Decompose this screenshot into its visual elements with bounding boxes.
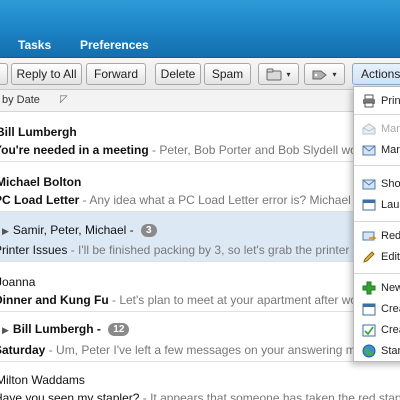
message-snippet: - Any idea what a PC Load Letter error i…	[79, 193, 389, 207]
app-header	[0, 0, 400, 34]
menu-item-label: Create	[381, 303, 400, 315]
menu-separator	[354, 114, 400, 115]
message-preview: Dinner and Kung Fu - Let's plan to meet …	[0, 293, 400, 307]
menu-item-create-task[interactable]: Create	[354, 320, 400, 340]
sort-bar: by Date ◸	[0, 90, 400, 112]
menu-item-mark-unread[interactable]: Mark	[354, 140, 400, 160]
menu-item-redirect[interactable]: Redirect	[354, 226, 400, 246]
message-preview: Saturday - Um, Peter I've left a few mes…	[0, 343, 391, 357]
menu-item-label: Print	[381, 95, 400, 107]
mail-icon	[362, 145, 376, 156]
message-subject: PC Load Letter	[0, 193, 80, 207]
message-preview: PC Load Letter - Any idea what a PC Load…	[0, 193, 388, 207]
menu-item-label: Mark	[381, 123, 400, 135]
message-row[interactable]: ▶Bill Lumbergh - 12 Saturday - Um, Peter…	[0, 312, 400, 362]
pencil-icon	[363, 251, 375, 263]
reply-button[interactable]	[0, 63, 8, 85]
menu-item-label: Launch	[381, 199, 400, 211]
menu-item-mark-read[interactable]: Mark	[354, 119, 400, 139]
message-subject: Dinner and Kung Fu	[0, 293, 109, 307]
message-row[interactable]: Bill Lumbergh You're needed in a meeting…	[0, 112, 400, 162]
menu-item-show-source[interactable]: Show	[354, 174, 400, 194]
message-snippet: - It appears that someone has taken the …	[142, 391, 400, 400]
menu-item-label: Redirect	[381, 230, 400, 242]
sort-by-date[interactable]: by Date	[2, 94, 40, 106]
message-snippet: - I'll be finished packing by 3, so let'…	[67, 243, 381, 257]
menu-item-label: New	[381, 282, 400, 294]
calendar-icon	[362, 324, 376, 337]
folder-icon	[266, 68, 282, 80]
window-icon	[362, 199, 376, 211]
message-sender: ▶ Samir, Peter, Michael - 3	[2, 223, 157, 237]
menu-item-label: Start	[381, 345, 400, 357]
message-preview: You're needed in a meeting - Peter, Bob …	[0, 143, 394, 157]
mail-open-icon	[362, 123, 376, 135]
menu-item-edit[interactable]: Edit	[354, 247, 400, 267]
message-preview: Printer Issues - I'll be finished packin…	[0, 243, 380, 257]
message-row[interactable]: Joanna Dinner and Kung Fu - Let's plan t…	[0, 262, 400, 312]
forward-button[interactable]: Forward	[86, 63, 146, 85]
thread-count-badge: 3	[140, 224, 157, 237]
plus-icon	[362, 281, 376, 295]
globe-icon	[362, 344, 376, 358]
message-subject: Have you seen my stapler?	[0, 391, 140, 400]
menu-item-label: Show	[381, 178, 400, 190]
message-preview: Have you seen my stapler? - It appears t…	[0, 391, 400, 400]
thread-expand-icon[interactable]: ▶	[2, 226, 9, 236]
message-sender-names: Bill Lumbergh	[12, 322, 94, 336]
menu-separator	[354, 273, 400, 274]
message-snippet: - Um, Peter I've left a few messages on …	[45, 343, 392, 357]
mail-icon	[362, 179, 376, 190]
message-row[interactable]: ▶ Samir, Peter, Michael - 3 Printer Issue…	[0, 212, 400, 262]
menu-separator	[354, 221, 400, 222]
message-sender: ▶ Bill Lumbergh - 12	[2, 322, 130, 336]
tag-icon	[312, 70, 328, 79]
message-sender: Joanna	[0, 275, 36, 289]
nav-tasks[interactable]: Tasks	[18, 38, 51, 52]
message-sender: Milton Waddams	[0, 373, 85, 387]
redirect-icon	[362, 231, 376, 241]
chevron-down-icon: ▾	[332, 69, 337, 79]
menu-item-label: Mark	[381, 144, 400, 156]
message-toolbar: Reply to All Forward Delete Spam ▾ ▾ Act…	[0, 58, 400, 90]
menu-item-label: Create	[381, 324, 400, 336]
nav-bar: Tasks Preferences	[0, 34, 400, 58]
thread-expand-icon[interactable]: ▶	[2, 325, 9, 335]
message-subject: You're needed in a meeting	[0, 143, 149, 157]
message-row[interactable]: Michael Bolton PC Load Letter - Any idea…	[0, 162, 400, 212]
menu-item-label: Edit	[381, 251, 400, 263]
delete-button[interactable]: Delete	[155, 63, 201, 85]
message-row[interactable]: Milton Waddams Have you seen my stapler?…	[0, 362, 400, 400]
message-sender: Bill Lumbergh	[0, 125, 77, 139]
tag-button[interactable]: ▾	[304, 63, 345, 85]
printer-icon	[363, 94, 375, 108]
reply-all-button[interactable]: Reply to All	[11, 63, 82, 85]
message-subject: Printer Issues	[0, 243, 68, 257]
thread-count-badge: 12	[108, 323, 130, 336]
actions-menu: Print Mark Mark Show Launch	[353, 86, 400, 362]
chevron-down-icon: ▾	[286, 69, 291, 79]
message-sender: Michael Bolton	[0, 175, 82, 189]
menu-separator	[354, 165, 400, 166]
message-subject: Saturday	[0, 343, 46, 357]
menu-item-new[interactable]: New	[354, 278, 400, 298]
menu-item-start[interactable]: Start	[354, 341, 400, 361]
move-to-folder-button[interactable]: ▾	[258, 63, 299, 85]
menu-item-print[interactable]: Print	[354, 91, 400, 111]
sort-direction-icon[interactable]: ◸	[60, 94, 68, 105]
nav-preferences[interactable]: Preferences	[80, 38, 149, 52]
message-sender-names: Samir, Peter, Michael	[12, 223, 127, 237]
menu-item-launch[interactable]: Launch	[354, 195, 400, 215]
actions-button[interactable]: Actions	[352, 63, 400, 85]
spam-button[interactable]: Spam	[204, 63, 251, 85]
calendar-icon	[362, 303, 376, 316]
menu-item-create-event[interactable]: Create	[354, 299, 400, 319]
